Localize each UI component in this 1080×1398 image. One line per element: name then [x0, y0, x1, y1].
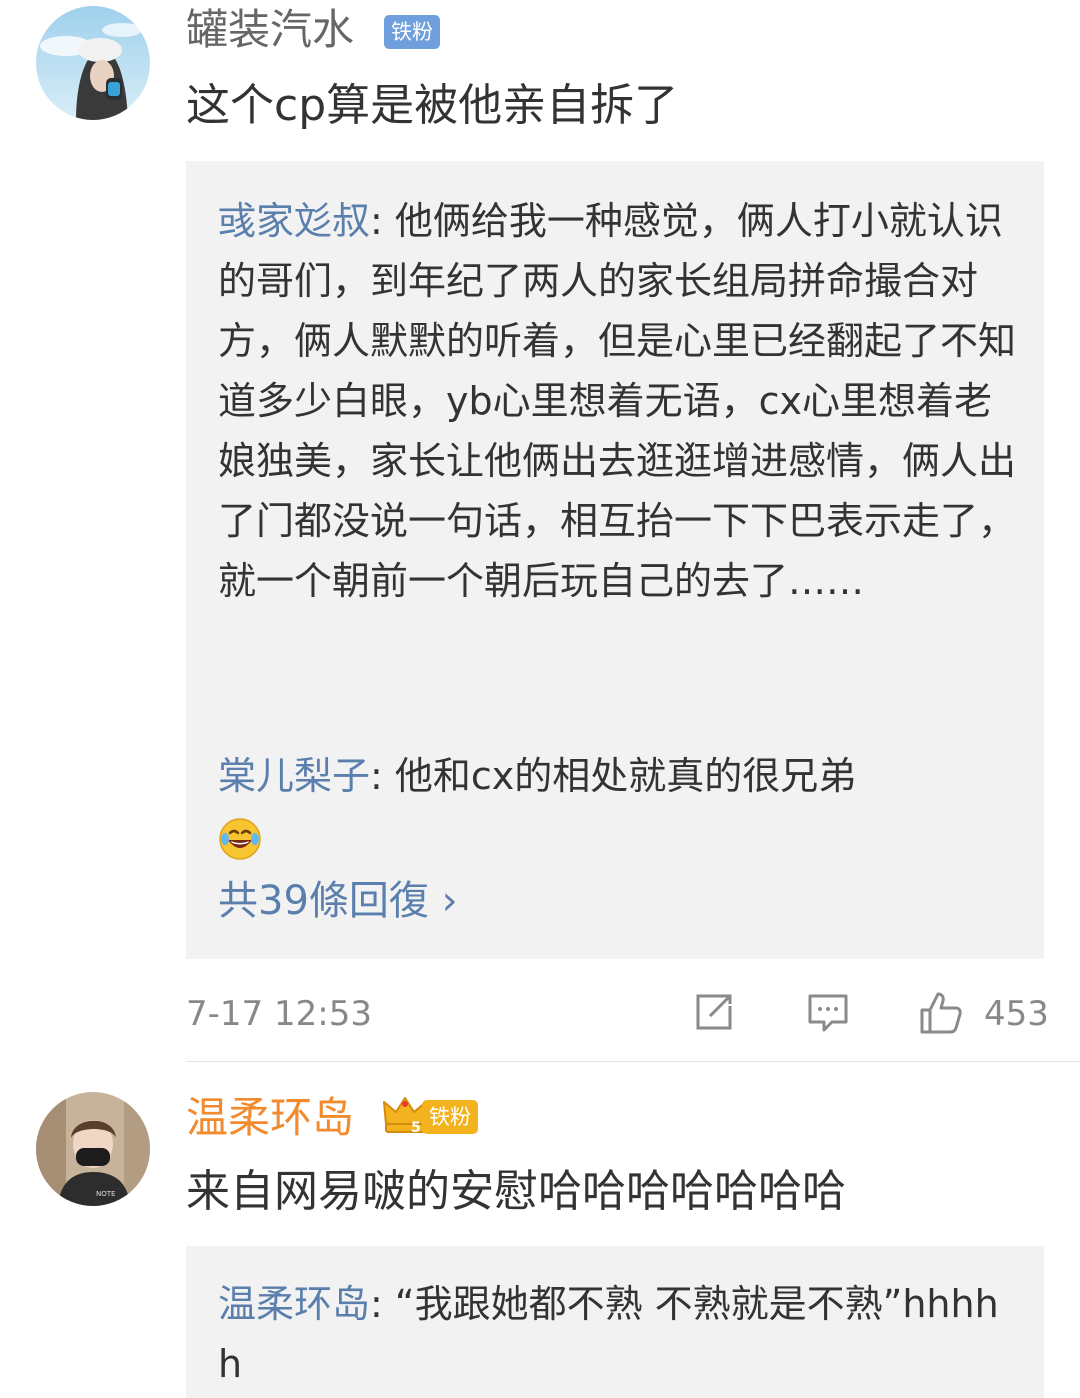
repost-button[interactable]	[692, 990, 736, 1038]
avatar[interactable]: NOTE	[36, 1092, 150, 1206]
reply-item[interactable]: 棠儿梨子: 他和cx的相处就真的很兄弟	[218, 746, 1018, 866]
comment-text: 来自网易啵的安慰哈哈哈哈哈哈哈	[186, 1166, 846, 1217]
reply-item[interactable]: 彧家彣叔: 他俩给我一种感觉，俩人打小就认识的哥们，到年纪了两人的家长组局拼命撮…	[218, 191, 1018, 611]
comment-timestamp: 7-17 12:53	[186, 994, 372, 1034]
reply-text: : 他和cx的相处就真的很兄弟	[370, 754, 857, 798]
svg-text:NOTE: NOTE	[96, 1190, 115, 1198]
avatar[interactable]	[36, 6, 150, 120]
vip-crown-badge: 5 铁粉	[382, 1094, 478, 1138]
username[interactable]: 罐装汽水	[186, 6, 354, 54]
comment-icon	[808, 994, 848, 1032]
replies-box[interactable]: 温柔环岛: “我跟她都不熟 不熟就是不熟”hhhhh	[186, 1246, 1044, 1398]
svg-text:5: 5	[411, 1120, 421, 1136]
reply-username[interactable]: 温柔环岛	[218, 1282, 370, 1326]
like-icon	[920, 992, 962, 1034]
reply-username[interactable]: 棠儿梨子	[218, 754, 370, 798]
comment-button[interactable]	[806, 990, 850, 1038]
more-replies-link[interactable]: 共39條回復 ›	[218, 877, 458, 925]
repost-icon	[696, 994, 732, 1030]
like-count: 453	[984, 994, 1049, 1034]
reply-username[interactable]: 彧家彣叔	[218, 199, 370, 243]
like-button[interactable]	[918, 990, 964, 1040]
comment-text: 这个cp算是被他亲自拆了	[186, 80, 679, 131]
fan-badge: 铁粉	[422, 1100, 478, 1134]
replies-box[interactable]: 彧家彣叔: 他俩给我一种感觉，俩人打小就认识的哥们，到年纪了两人的家长组局拼命撮…	[186, 161, 1044, 959]
laughing-crying-emoji-icon	[219, 817, 261, 860]
reply-text: : 他俩给我一种感觉，俩人打小就认识的哥们，到年纪了两人的家长组局拼命撮合对方，…	[218, 199, 1017, 603]
reply-item[interactable]: 温柔环岛: “我跟她都不熟 不熟就是不熟”hhhhh	[218, 1274, 1018, 1394]
divider	[186, 1061, 1080, 1062]
fan-badge: 铁粉	[384, 15, 440, 49]
username[interactable]: 温柔环岛	[186, 1094, 354, 1142]
